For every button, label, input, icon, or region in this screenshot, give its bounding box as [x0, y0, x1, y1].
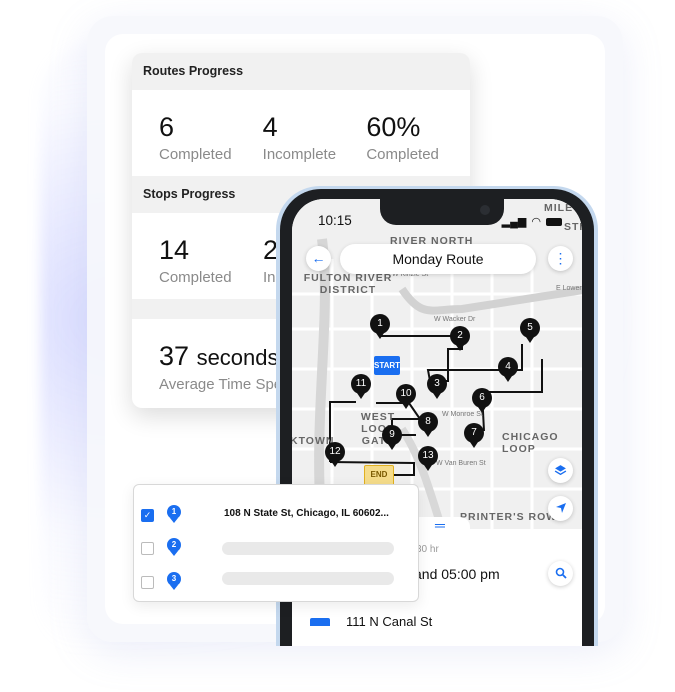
route-marker[interactable]: 7	[464, 423, 484, 448]
route-marker[interactable]: 3	[427, 374, 447, 399]
stop-type-icon	[310, 618, 330, 626]
stops-list-card: ✓ 1 108 N State St, Chicago, IL 60602...…	[133, 484, 419, 602]
end-badge: END	[364, 465, 394, 486]
stops-completed-stat: 14 Completed	[159, 213, 263, 299]
locate-button[interactable]	[548, 496, 573, 521]
sheet-stop-address: 111 N Canal St	[346, 614, 433, 629]
route-marker[interactable]: 11	[351, 374, 371, 399]
address-placeholder	[222, 572, 394, 585]
stat-value: 60%	[366, 112, 421, 142]
stop-address: 108 N State St, Chicago, IL 60602...	[224, 508, 389, 519]
route-marker[interactable]: 10	[396, 384, 416, 409]
route-marker[interactable]: 4	[498, 357, 518, 382]
street-label: E Lower	[556, 285, 582, 292]
stat-label: Completed	[159, 146, 232, 163]
avg-time-unit: seconds	[196, 345, 279, 370]
map-label-str: STR	[564, 221, 582, 233]
street-label: W Monroe St	[442, 411, 483, 418]
route-marker[interactable]: 13	[418, 446, 438, 471]
stat-label: Completed	[366, 146, 439, 163]
route-marker[interactable]: 9	[382, 425, 402, 450]
street-label: W Wacker Dr	[434, 316, 476, 323]
route-title: Monday Route	[340, 244, 536, 274]
route-marker[interactable]: 2	[450, 326, 470, 351]
routes-completed-stat: 6 Completed	[159, 90, 263, 176]
avg-time-number: 37	[159, 341, 190, 371]
stop-checkbox[interactable]	[141, 576, 154, 589]
route-marker[interactable]: 8	[418, 412, 438, 437]
stop-pin-icon: 1	[167, 505, 181, 523]
wifi-icon: ◠	[531, 216, 541, 228]
layers-button[interactable]	[548, 458, 573, 483]
stat-value: 14	[159, 235, 190, 265]
stat-value: 6	[159, 112, 175, 142]
back-button[interactable]: ←	[306, 246, 331, 271]
sheet-time-window: and 05:00 pm	[414, 566, 500, 582]
stat-value: 4	[262, 112, 278, 142]
status-time: 10:15	[318, 213, 352, 228]
status-icons: ▂▄▆ ◠	[502, 215, 562, 228]
routes-stats: 6 Completed 4 Incomplete 60% Completed	[132, 90, 470, 176]
map-label-chicago-loop: CHICAGO LOOP	[502, 431, 559, 455]
search-icon	[555, 567, 567, 579]
layers-icon	[554, 465, 567, 476]
battery-icon	[546, 217, 562, 226]
route-marker[interactable]: 12	[325, 442, 345, 467]
stop-checkbox[interactable]	[141, 542, 154, 555]
street-label: W Van Buren St	[436, 460, 486, 467]
stop-pin-icon: 3	[167, 572, 181, 590]
stop-pin-icon: 2	[167, 538, 181, 556]
stop-row[interactable]: 2	[134, 536, 418, 562]
stat-label: Incomplete	[262, 146, 337, 163]
phone-notch	[380, 199, 504, 225]
routes-incomplete-stat: 4 Incomplete	[263, 90, 367, 176]
camera	[480, 205, 490, 215]
route-marker[interactable]: 5	[520, 318, 540, 343]
stop-row[interactable]: 3	[134, 570, 418, 596]
stop-row[interactable]: ✓ 1 108 N State St, Chicago, IL 60602...	[134, 503, 418, 529]
map-label-fulton: FULTON RIVER DISTRICT	[303, 272, 393, 296]
stop-checkbox-checked[interactable]: ✓	[141, 509, 154, 522]
route-marker[interactable]: 1	[370, 314, 390, 339]
sheet-duration: 30 hr	[416, 544, 439, 555]
map-label-mile: MILE	[544, 202, 574, 214]
navigation-arrow-icon	[555, 503, 566, 513]
map-label-printers-row: PRINTER'S ROW	[460, 511, 558, 523]
address-placeholder	[222, 542, 394, 555]
signal-icon: ▂▄▆	[501, 216, 527, 228]
routes-percent-stat: 60% Completed	[366, 90, 470, 176]
routes-progress-title: Routes Progress	[132, 53, 470, 90]
more-options-button[interactable]: ⋮	[548, 246, 573, 271]
start-badge: START	[374, 356, 400, 375]
route-marker[interactable]: 6	[472, 388, 492, 413]
stat-label: Completed	[159, 269, 232, 286]
sheet-handle[interactable]: ═	[410, 517, 470, 533]
search-button[interactable]	[548, 561, 573, 586]
